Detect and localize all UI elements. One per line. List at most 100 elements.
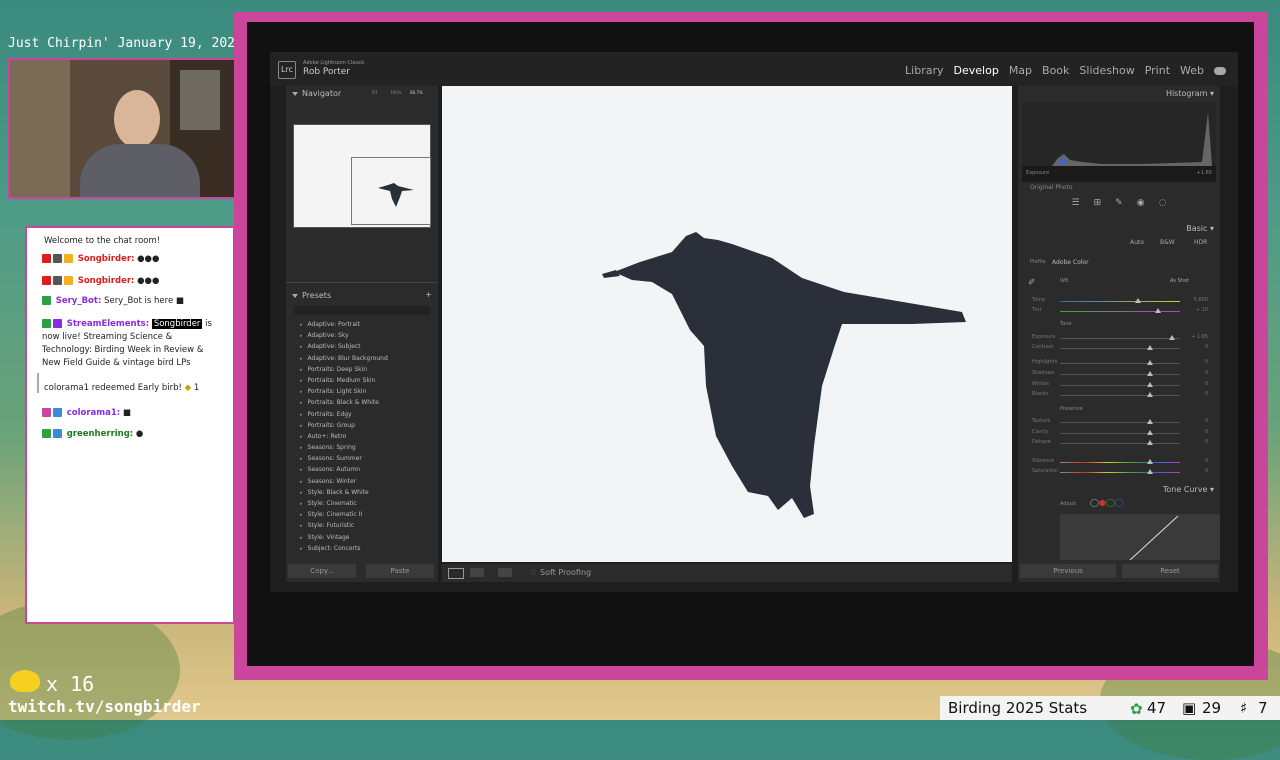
- preset-item[interactable]: Adaptive: Blur Background: [286, 353, 438, 364]
- preset-item[interactable]: Seasons: Spring: [286, 442, 438, 453]
- slider-thumb[interactable]: [1147, 469, 1153, 474]
- slider-temp[interactable]: Temp 5,600: [1032, 297, 1212, 305]
- preset-item[interactable]: Adaptive: Subject: [286, 341, 438, 352]
- module-library[interactable]: Library: [905, 64, 943, 77]
- slider-track[interactable]: [1060, 363, 1180, 364]
- module-map[interactable]: Map: [1009, 64, 1032, 77]
- module-print[interactable]: Print: [1145, 64, 1170, 77]
- slider-track[interactable]: [1060, 462, 1180, 463]
- slider-value[interactable]: 0: [1205, 418, 1208, 424]
- slider-thumb[interactable]: [1135, 298, 1141, 303]
- slider-track[interactable]: [1060, 385, 1180, 386]
- preset-item[interactable]: Adaptive: Sky: [286, 330, 438, 341]
- preset-search[interactable]: [294, 306, 430, 315]
- slider-track[interactable]: [1060, 338, 1180, 339]
- preset-item[interactable]: Seasons: Autumn: [286, 464, 438, 475]
- preset-item[interactable]: Portraits: Edgy: [286, 409, 438, 420]
- slider-track[interactable]: [1060, 374, 1180, 375]
- slider-thumb[interactable]: [1147, 392, 1153, 397]
- slider-thumb[interactable]: [1168, 335, 1175, 340]
- slider-value[interactable]: 0: [1205, 439, 1208, 445]
- slider-vibrance[interactable]: Vibrance 0: [1032, 458, 1212, 466]
- preset-item[interactable]: Portraits: Black & White: [286, 397, 438, 408]
- preset-item[interactable]: Portraits: Medium Skin: [286, 375, 438, 386]
- slider-value[interactable]: 0: [1205, 359, 1208, 365]
- module-develop[interactable]: Develop: [954, 64, 999, 77]
- zoom-fit[interactable]: FIT: [372, 90, 378, 95]
- slider-thumb[interactable]: [1147, 371, 1153, 376]
- reset-button[interactable]: Reset: [1122, 564, 1218, 578]
- cloud-icon[interactable]: [1214, 67, 1226, 75]
- histogram[interactable]: Exposure +1.65: [1022, 102, 1216, 182]
- module-slideshow[interactable]: Slideshow: [1079, 64, 1134, 77]
- slider-thumb[interactable]: [1147, 440, 1153, 445]
- hdr-button[interactable]: HDR: [1194, 239, 1207, 246]
- slider-thumb[interactable]: [1147, 345, 1153, 350]
- preset-item[interactable]: Portraits: Light Skin: [286, 386, 438, 397]
- slider-track[interactable]: [1060, 395, 1180, 396]
- preset-item[interactable]: Seasons: Summer: [286, 453, 438, 464]
- slider-dehaze[interactable]: Dehaze 0: [1032, 439, 1212, 447]
- slider-track[interactable]: [1060, 472, 1180, 473]
- wb-select[interactable]: As Shot: [1170, 278, 1189, 284]
- bw-button[interactable]: B&W: [1160, 239, 1175, 246]
- slider-value[interactable]: 5,600: [1194, 297, 1208, 303]
- preset-item[interactable]: Auto+: Retro: [286, 431, 438, 442]
- chat-username[interactable]: Sery_Bot:: [56, 296, 102, 306]
- preset-item[interactable]: Style: Futuristic: [286, 520, 438, 531]
- basic-header[interactable]: Basic ▾: [1018, 222, 1220, 236]
- redeye-icon[interactable]: ◉: [1137, 198, 1145, 216]
- slider-clarity[interactable]: Clarity 0: [1032, 429, 1212, 437]
- slider-thumb[interactable]: [1147, 459, 1153, 464]
- slider-value[interactable]: + 1.65: [1191, 334, 1208, 340]
- eyedropper-icon[interactable]: ✐: [1028, 278, 1036, 288]
- slider-exposure[interactable]: Exposure + 1.65: [1032, 334, 1212, 342]
- preset-item[interactable]: Portraits: Group: [286, 420, 438, 431]
- preset-item[interactable]: Style: Cinematic II: [286, 509, 438, 520]
- healing-icon[interactable]: ✎: [1115, 198, 1123, 216]
- slider-track[interactable]: [1060, 433, 1180, 434]
- preset-item[interactable]: Seasons: Winter: [286, 476, 438, 487]
- slider-thumb[interactable]: [1147, 382, 1153, 387]
- slider-thumb[interactable]: [1147, 419, 1153, 424]
- preset-item[interactable]: Portraits: Deep Skin: [286, 364, 438, 375]
- zoom-100[interactable]: 100%: [390, 90, 401, 95]
- previous-button[interactable]: Previous: [1020, 564, 1116, 578]
- slider-track[interactable]: [1060, 348, 1180, 349]
- curve-channel-icons[interactable]: ◯●◯◯: [1090, 498, 1124, 507]
- slider-track[interactable]: [1060, 311, 1180, 312]
- slider-thumb[interactable]: [1147, 430, 1153, 435]
- slider-value[interactable]: 0: [1205, 391, 1208, 397]
- preset-item[interactable]: Style: Vintage: [286, 532, 438, 543]
- histogram-header[interactable]: Histogram ▾: [1018, 87, 1220, 101]
- paste-button[interactable]: Paste: [366, 564, 434, 578]
- chat-username[interactable]: colorama1:: [67, 408, 120, 418]
- zoom-66[interactable]: 66.7%: [410, 90, 423, 95]
- add-preset-icon[interactable]: +: [425, 290, 432, 299]
- slider-track[interactable]: [1060, 443, 1180, 444]
- slider-shadows[interactable]: Shadows 0: [1032, 370, 1212, 378]
- chat-username[interactable]: greenherring:: [67, 429, 134, 439]
- navigator-preview[interactable]: [293, 124, 431, 228]
- preset-item[interactable]: Style: Cinematic: [286, 498, 438, 509]
- preset-item[interactable]: Subject: Concerts: [286, 543, 438, 554]
- slider-highlights[interactable]: Highlights 0: [1032, 359, 1212, 367]
- slider-value[interactable]: + 10: [1196, 307, 1208, 313]
- chat-username[interactable]: Songbirder:: [78, 254, 135, 264]
- slider-blacks[interactable]: Blacks 0: [1032, 391, 1212, 399]
- slider-value[interactable]: 0: [1205, 344, 1208, 350]
- slider-value[interactable]: 0: [1205, 458, 1208, 464]
- slider-value[interactable]: 0: [1205, 429, 1208, 435]
- slider-contrast[interactable]: Contrast 0: [1032, 344, 1212, 352]
- presets-header[interactable]: Presets +: [286, 289, 438, 303]
- photo-canvas[interactable]: [442, 86, 1012, 562]
- tone-curve-header[interactable]: Tone Curve ▾: [1018, 483, 1220, 497]
- slider-tint[interactable]: Tint + 10: [1032, 307, 1212, 315]
- module-book[interactable]: Book: [1042, 64, 1069, 77]
- preset-item[interactable]: Style: Black & White: [286, 487, 438, 498]
- loupe-view-icon[interactable]: [448, 568, 464, 579]
- chat-username[interactable]: Songbirder:: [78, 276, 135, 286]
- slider-value[interactable]: 0: [1205, 370, 1208, 376]
- navigator-header[interactable]: Navigator FIT 100% 66.7%: [286, 87, 438, 101]
- soft-proofing-checkbox[interactable]: [530, 569, 536, 575]
